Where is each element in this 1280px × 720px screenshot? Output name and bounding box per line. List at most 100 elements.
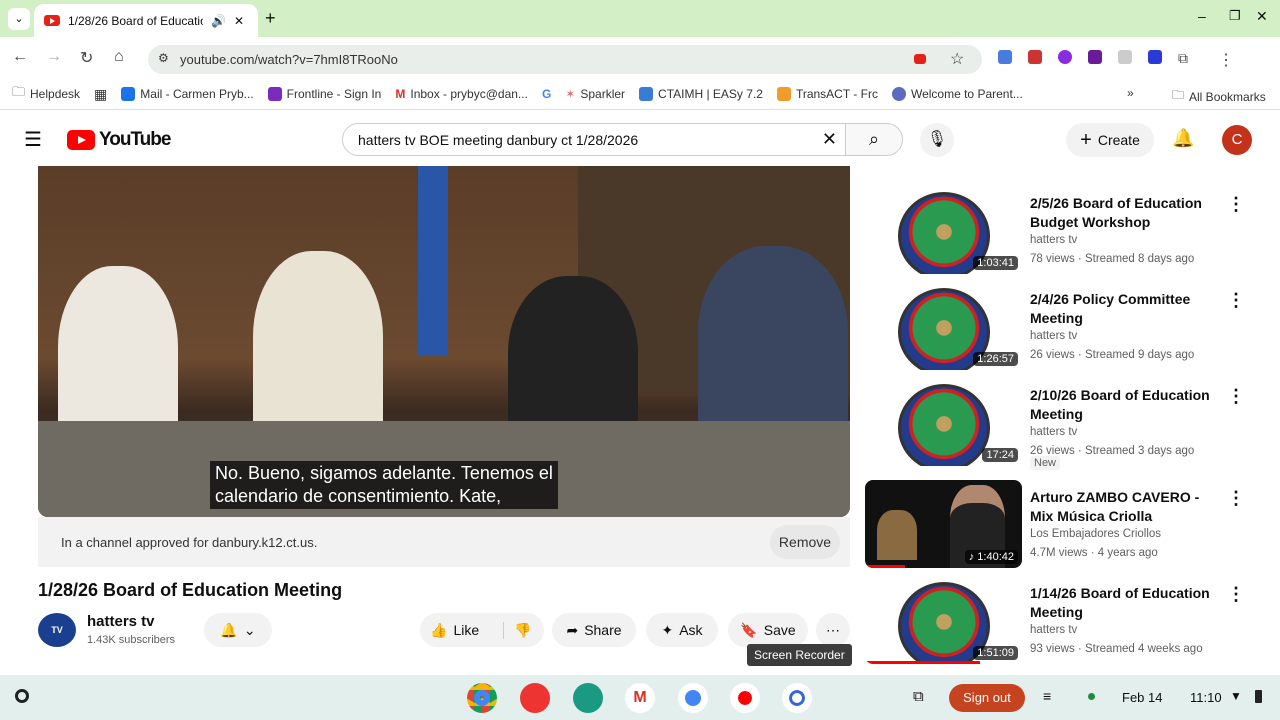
speaker-icon[interactable]: 🔊 xyxy=(211,14,226,28)
dislike-icon[interactable]: 👎 xyxy=(503,621,532,639)
more-actions-button[interactable]: ⋯ xyxy=(816,613,850,647)
clear-search-icon[interactable]: ✕ xyxy=(822,129,837,150)
bookmark-google[interactable]: G xyxy=(542,87,551,101)
video-thumbnail[interactable]: 1:26:57 xyxy=(865,282,1022,370)
voice-search-icon[interactable]: 🎙 xyxy=(920,123,954,157)
bookmark-parent[interactable]: Welcome to Parent... xyxy=(891,87,1023,101)
launcher-icon[interactable] xyxy=(15,689,29,703)
like-button[interactable]: 👍 Like 👎 xyxy=(420,613,544,647)
tab-search-button[interactable]: ⌄ xyxy=(8,8,30,30)
chrome-app-icon[interactable] xyxy=(467,683,497,713)
active-tab[interactable]: 1/28/26 Board of Education Meeting 🔊 ✕ xyxy=(34,4,258,37)
screen-recorder-tooltip: Screen Recorder xyxy=(747,644,852,666)
more-options-icon[interactable]: ⋮ xyxy=(1227,488,1245,509)
maximize-button[interactable]: ❐ xyxy=(1229,8,1241,24)
youtube-app-icon[interactable] xyxy=(730,683,760,713)
related-title[interactable]: 2/10/26 Board of Education Meeting xyxy=(1030,386,1220,424)
back-icon[interactable]: ← xyxy=(12,48,28,66)
bell-icon: 🔔 xyxy=(220,621,238,638)
clock[interactable]: 11:10 xyxy=(1190,690,1222,705)
bookmark-ctaimh[interactable]: CTAIMH | EASy 7.2 xyxy=(639,87,763,101)
bookmark-mail[interactable]: Mail - Carmen Pryb... xyxy=(121,87,254,101)
notifications-bell-icon[interactable]: 🔔 xyxy=(1172,128,1194,149)
gmail-app-icon[interactable]: M xyxy=(625,683,655,713)
channel-name[interactable]: hatters tv xyxy=(87,613,155,630)
more-options-icon[interactable]: ⋮ xyxy=(1227,194,1245,215)
media-controls-icon[interactable]: ≡ xyxy=(1043,688,1051,704)
bookmark-inbox[interactable]: M Inbox - prybyc@dan... xyxy=(395,87,528,101)
video-thumbnail[interactable]: ♪ 1:40:42 xyxy=(865,480,1022,568)
related-video[interactable]: 1:51:09 1/14/26 Board of Education Meeti… xyxy=(865,576,1265,668)
subscription-bell-button[interactable]: 🔔 ⌄ xyxy=(204,613,272,647)
extension-icon[interactable] xyxy=(1028,50,1042,64)
related-video[interactable]: 1:03:41 2/5/26 Board of Education Budget… xyxy=(865,186,1265,278)
remove-button[interactable]: Remove xyxy=(770,525,840,559)
minimize-button[interactable]: – xyxy=(1198,8,1206,24)
more-bookmarks-icon[interactable]: » xyxy=(1127,86,1134,100)
share-button[interactable]: ➦ Share xyxy=(552,613,636,647)
site-info-icon[interactable]: ⚙ xyxy=(158,51,169,65)
save-button[interactable]: 🔖 Save xyxy=(728,613,808,647)
close-tab-icon[interactable]: ✕ xyxy=(234,14,244,28)
related-title[interactable]: Arturo ZAMBO CAVERO - Mix Música Criolla xyxy=(1030,488,1225,526)
search-input[interactable]: hatters tv BOE meeting danbury ct 1/28/2… xyxy=(342,123,846,156)
bookmark-helpdesk[interactable]: 🗀 Helpdesk xyxy=(12,83,80,105)
date-label[interactable]: Feb 14 xyxy=(1122,690,1162,705)
chevron-down-icon: ⌄ xyxy=(243,621,256,638)
bookmark-frontline[interactable]: Frontline - Sign In xyxy=(267,87,382,101)
related-video[interactable]: 17:24 2/10/26 Board of Education Meeting… xyxy=(865,378,1265,470)
forward-icon[interactable]: → xyxy=(46,48,62,66)
related-video[interactable]: 1:26:57 2/4/26 Policy Committee Meeting … xyxy=(865,282,1265,374)
extension-icon[interactable] xyxy=(1118,50,1132,64)
extension-icon[interactable] xyxy=(1058,50,1072,64)
docs-app-icon[interactable] xyxy=(678,683,708,713)
related-title[interactable]: 2/5/26 Board of Education Budget Worksho… xyxy=(1030,194,1220,232)
all-bookmarks[interactable]: 🗀 All Bookmarks xyxy=(1172,86,1266,107)
related-title[interactable]: 2/4/26 Policy Committee Meeting xyxy=(1030,290,1220,328)
bookmark-star-icon[interactable]: ☆ xyxy=(950,49,964,69)
address-bar[interactable]: ⚙ youtube.com/watch?v=7hmI8TRooNo ☆ xyxy=(148,45,982,74)
related-title[interactable]: 1/14/26 Board of Education Meeting xyxy=(1030,584,1220,622)
new-tab-button[interactable]: + xyxy=(265,8,276,29)
avatar[interactable]: C xyxy=(1222,125,1252,155)
bookmark-label: Sparkler xyxy=(580,87,626,101)
home-icon[interactable]: ⌂ xyxy=(114,48,124,66)
classroom-app-icon[interactable] xyxy=(573,683,603,713)
menu-kebab-icon[interactable]: ⋮ xyxy=(1218,50,1234,70)
close-window-button[interactable]: ✕ xyxy=(1256,8,1268,25)
capture-mode-icon[interactable]: ⧉ xyxy=(913,688,924,705)
duration-badge: 1:03:41 xyxy=(973,256,1018,270)
bookmark-transact[interactable]: TransACT - Frc xyxy=(776,87,878,101)
apps-grid-icon[interactable]: ▦ xyxy=(94,86,107,103)
ask-button[interactable]: ✦ Ask xyxy=(646,613,718,647)
search-button[interactable]: ⌕ xyxy=(845,123,903,156)
approved-text: In a channel approved for danbury.k12.ct… xyxy=(61,534,318,550)
canvas-app-icon[interactable] xyxy=(520,683,550,713)
video-thumbnail[interactable]: 17:24 xyxy=(865,378,1022,466)
extension-icon[interactable] xyxy=(998,50,1012,64)
video-thumbnail[interactable]: 1:03:41 xyxy=(865,186,1022,274)
caption-line: No. Bueno, sigamos adelante. Tenemos el xyxy=(215,463,553,483)
more-options-icon[interactable]: ⋮ xyxy=(1227,386,1245,407)
sign-out-button[interactable]: Sign out xyxy=(949,684,1025,712)
related-video[interactable]: ♪ 1:40:42 Arturo ZAMBO CAVERO - Mix Músi… xyxy=(865,480,1265,572)
create-button[interactable]: + Create xyxy=(1066,123,1154,157)
puzzle-extensions-icon[interactable]: ⧉ xyxy=(1178,50,1188,70)
hamburger-menu-icon[interactable]: ☰ xyxy=(24,127,42,152)
subscriber-count: 1.43K subscribers xyxy=(87,634,176,646)
reload-icon[interactable]: ↻ xyxy=(80,48,93,68)
bookmark-label: Frontline - Sign In xyxy=(286,87,382,101)
channel-avatar[interactable]: TV xyxy=(38,613,76,647)
extension-icon[interactable] xyxy=(1088,50,1102,64)
bookmark-sparkler[interactable]: ✶ Sparkler xyxy=(565,87,625,101)
ask-label: Ask xyxy=(679,622,703,638)
screen-recorder-app-icon[interactable] xyxy=(782,683,812,713)
frontline-icon xyxy=(267,87,282,101)
youtube-indicator-icon[interactable] xyxy=(914,54,926,64)
youtube-play-icon xyxy=(67,130,95,150)
video-thumbnail[interactable]: 1:51:09 xyxy=(865,576,1022,664)
more-options-icon[interactable]: ⋮ xyxy=(1227,584,1245,605)
extension-icon[interactable] xyxy=(1148,50,1162,64)
more-options-icon[interactable]: ⋮ xyxy=(1227,290,1245,311)
youtube-logo[interactable]: YouTube xyxy=(67,129,171,151)
